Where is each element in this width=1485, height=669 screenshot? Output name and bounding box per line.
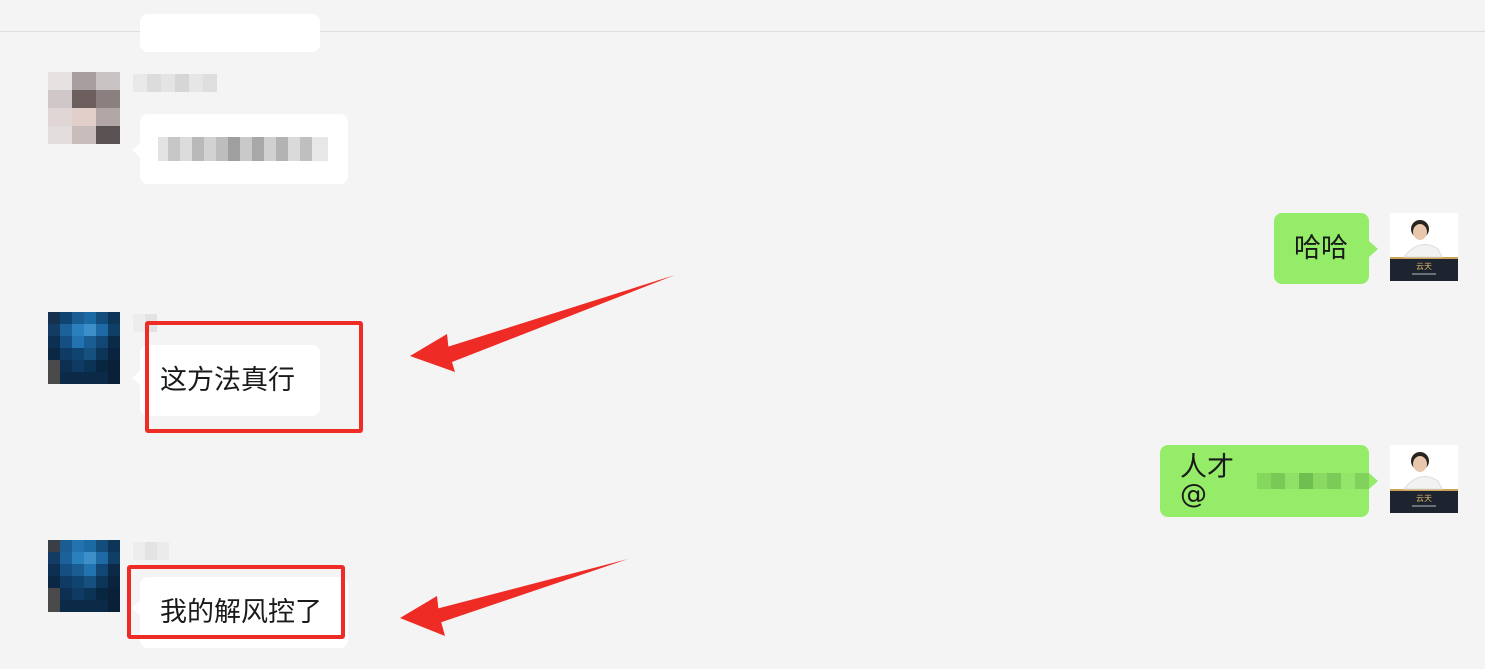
annotation-arrows xyxy=(400,275,675,636)
annotation-arrow xyxy=(400,559,628,636)
chat-window: 哈哈 云天 这方法真行 人才@ 云天 我的解风控了 xyxy=(0,0,1485,669)
annotation-arrow xyxy=(410,275,675,372)
